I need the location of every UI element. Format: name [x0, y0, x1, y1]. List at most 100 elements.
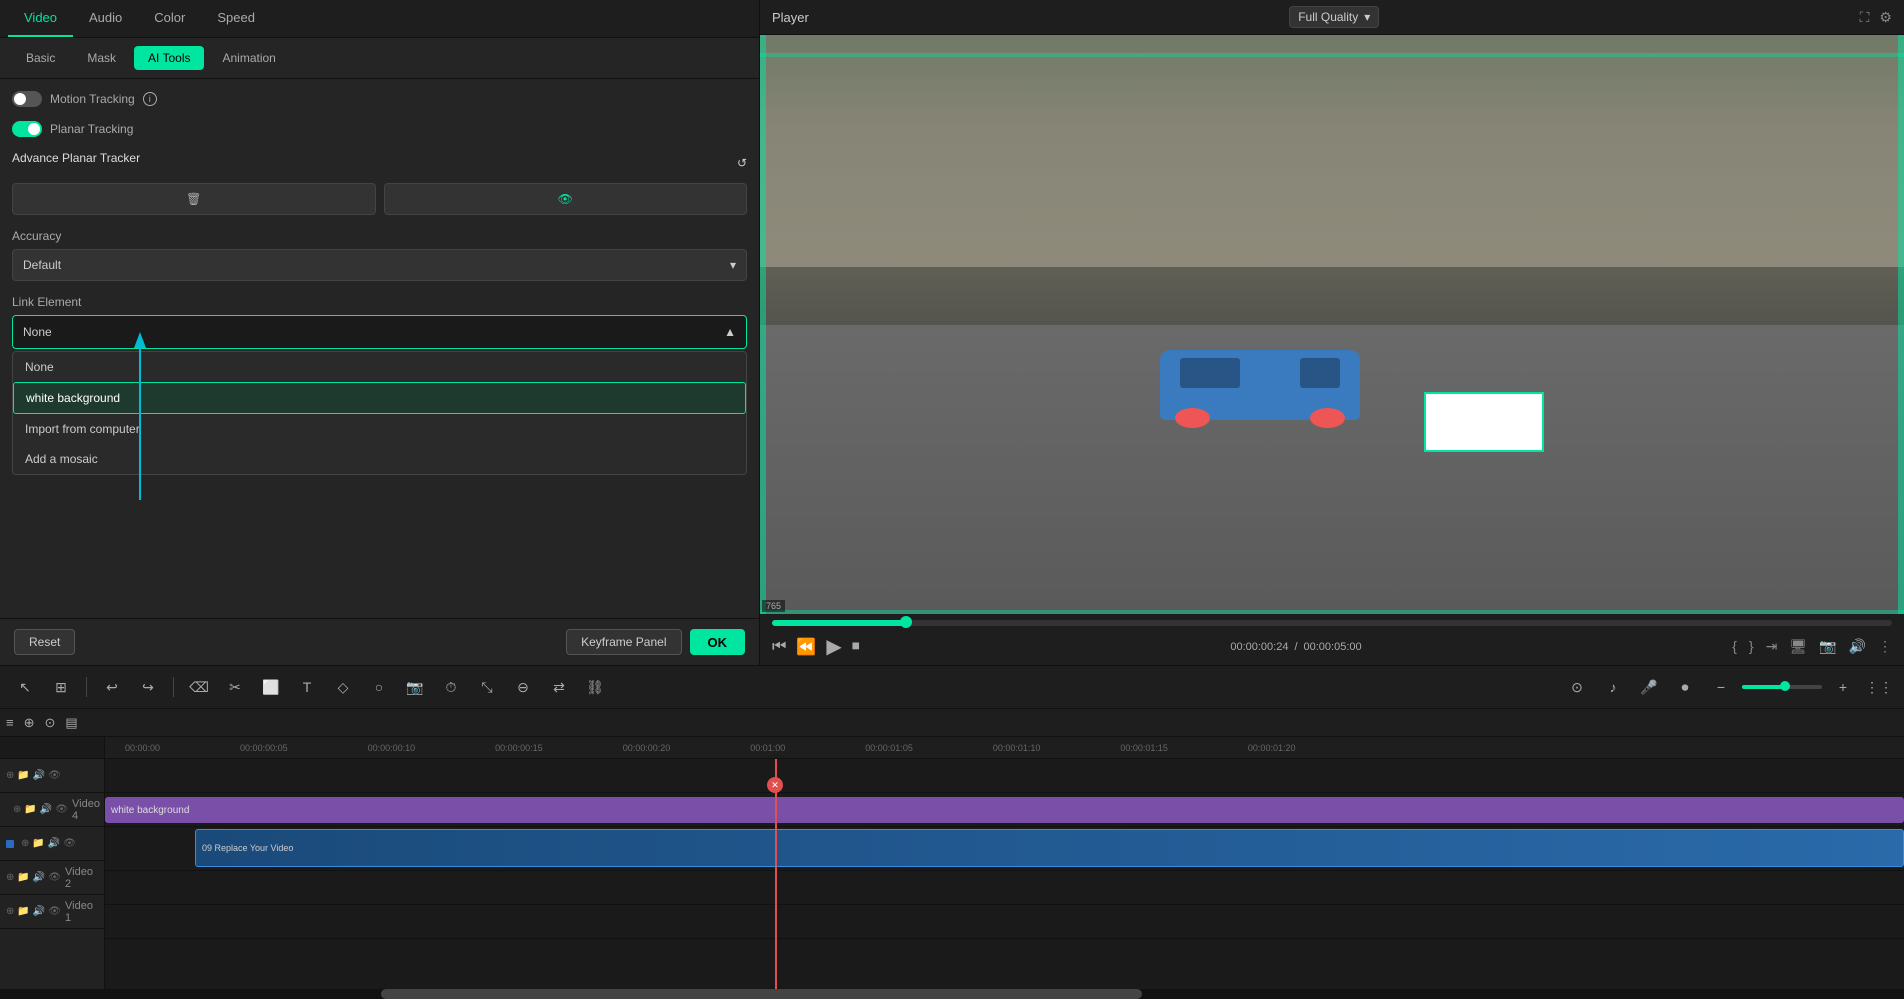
bracket-left-icon[interactable]: { — [1732, 638, 1737, 655]
audio-tool[interactable]: ♪ — [1598, 672, 1628, 702]
top-tab-bar: Video Audio Color Speed — [0, 0, 759, 38]
track-label-video1: ⊕ 📁 🔊 👁 Video 1 — [0, 895, 104, 929]
track1-eye-icon[interactable]: 👁 — [48, 906, 61, 917]
more-options-btn[interactable]: ⋮⋮ — [1864, 672, 1894, 702]
fullscreen-icon[interactable]: ⛶ — [1860, 9, 1870, 26]
track-label-video2: ⊕ 📁 🔊 👁 Video 2 — [0, 861, 104, 895]
timeline-scrollbar[interactable] — [0, 989, 1904, 999]
tab-basic[interactable]: Basic — [12, 46, 69, 70]
timeline-menu-icon[interactable]: ≡ — [6, 715, 14, 730]
link-option-white-bg[interactable]: white background — [13, 382, 746, 414]
motion-tracking-info-icon[interactable]: i — [143, 92, 157, 106]
delete-tracker-button[interactable]: 🗑 — [12, 183, 376, 215]
redo-button[interactable]: ↪ — [133, 672, 163, 702]
tab-speed[interactable]: Speed — [201, 0, 271, 37]
link-element-label: Link Element — [12, 295, 747, 309]
undo-button[interactable]: ↩ — [97, 672, 127, 702]
timeline-settings-icon[interactable]: ⊙ — [45, 715, 56, 731]
link-option-none[interactable]: None — [13, 352, 746, 382]
more-icon[interactable]: ⋮ — [1878, 638, 1892, 655]
monitor-icon[interactable]: 🖥 — [1789, 638, 1807, 655]
refresh-icon[interactable]: ↺ — [737, 156, 747, 170]
motion-tracking-toggle[interactable] — [12, 91, 42, 107]
main-toolbar: ↖ ⊞ ↩ ↪ ⌫ ✂ ⬜ T ◇ ○ 📷 ⏱ ⤡ ⊖ ⇄ ⛓ ⊙ ♪ 🎤 ⏺ … — [0, 665, 1904, 709]
stop-button[interactable]: ⏹ — [852, 638, 860, 656]
link-option-import[interactable]: Import from computer — [13, 414, 746, 444]
track-icons-top: ⊕ 📁 🔊 👁 — [6, 770, 61, 781]
tab-audio[interactable]: Audio — [73, 0, 138, 37]
track-row-video3: 09 Replace Your Video — [105, 827, 1904, 871]
ok-button[interactable]: OK — [690, 629, 746, 655]
link-option-mosaic[interactable]: Add a mosaic — [13, 444, 746, 474]
trim-icon[interactable]: ⇥ — [1766, 638, 1778, 655]
swap-tool[interactable]: ⇄ — [544, 672, 574, 702]
zoom-minus-btn[interactable]: − — [1706, 672, 1736, 702]
bracket-right-icon[interactable]: } — [1749, 638, 1754, 655]
track2-icons: ⊕ 📁 🔊 👁 — [6, 872, 61, 883]
track2-add-icon[interactable]: ⊕ — [6, 872, 14, 883]
tab-video[interactable]: Video — [8, 0, 73, 37]
track3-add-icon[interactable]: ⊕ — [21, 838, 29, 849]
timeline-add-icon[interactable]: ⊕ — [24, 715, 35, 731]
zoom-slider[interactable] — [1742, 685, 1822, 689]
record-tool[interactable]: ⏺ — [1670, 672, 1700, 702]
media-tool[interactable]: 📷 — [400, 672, 430, 702]
timeline-scroll-thumb[interactable] — [381, 989, 1143, 999]
playhead[interactable]: ✕ — [775, 759, 777, 989]
planar-tracking-toggle[interactable] — [12, 121, 42, 137]
track3-folder-icon[interactable]: 📁 — [32, 838, 44, 849]
video-clip[interactable]: 09 Replace Your Video — [195, 829, 1904, 867]
tab-color[interactable]: Color — [138, 0, 201, 37]
camera-icon[interactable]: 📷 — [1819, 638, 1836, 655]
white-bg-clip[interactable]: white background — [105, 797, 1904, 823]
track1-add-icon[interactable]: ⊕ — [6, 906, 14, 917]
frame-back-button[interactable]: ⏪ — [796, 637, 816, 657]
track1-audio-icon[interactable]: 🔊 — [33, 906, 45, 917]
split-tool[interactable]: ✂ — [220, 672, 250, 702]
text-tool[interactable]: T — [292, 672, 322, 702]
add-track-icon[interactable]: ⊕ — [6, 770, 14, 781]
crop-tool[interactable]: ⬜ — [256, 672, 286, 702]
circle-tool[interactable]: ○ — [364, 672, 394, 702]
accuracy-select[interactable]: Default ▾ — [12, 249, 747, 281]
tab-ai-tools[interactable]: AI Tools — [134, 46, 204, 70]
progress-thumb[interactable] — [900, 616, 912, 628]
minus-tool[interactable]: ⊖ — [508, 672, 538, 702]
keyframe-panel-button[interactable]: Keyframe Panel — [566, 629, 681, 655]
snap-tool[interactable]: ⊙ — [1562, 672, 1592, 702]
shape-tool[interactable]: ◇ — [328, 672, 358, 702]
link-element-trigger[interactable]: None ▲ — [12, 315, 747, 349]
timer-tool[interactable]: ⏱ — [436, 672, 466, 702]
quality-select[interactable]: Full Quality ▾ — [1289, 6, 1379, 28]
track2-audio-icon[interactable]: 🔊 — [33, 872, 45, 883]
settings-icon[interactable]: ⚙ — [1879, 9, 1892, 26]
warp-tool[interactable]: ⤡ — [472, 672, 502, 702]
reset-button[interactable]: Reset — [14, 629, 75, 655]
track2-eye-icon[interactable]: 👁 — [48, 872, 61, 883]
track3-audio-icon[interactable]: 🔊 — [48, 838, 60, 849]
tab-animation[interactable]: Animation — [208, 46, 289, 70]
audio-track-icon[interactable]: 🔊 — [33, 770, 45, 781]
eye-track-icon[interactable]: 👁 — [48, 770, 61, 781]
track4-folder-icon[interactable]: 📁 — [24, 804, 36, 815]
play-button[interactable]: ▶ — [826, 634, 841, 659]
track2-folder-icon[interactable]: 📁 — [17, 872, 29, 883]
multiselect-tool[interactable]: ⊞ — [46, 672, 76, 702]
timeline-grid-icon[interactable]: ▤ — [65, 715, 77, 731]
tab-mask[interactable]: Mask — [73, 46, 130, 70]
progress-bar[interactable] — [772, 620, 1892, 626]
eye-tracker-button[interactable]: 👁 — [384, 183, 748, 215]
volume-icon[interactable]: 🔊 — [1849, 638, 1866, 655]
track4-add-icon[interactable]: ⊕ — [13, 804, 21, 815]
delete-tool[interactable]: ⌫ — [184, 672, 214, 702]
folder-icon[interactable]: 📁 — [17, 770, 29, 781]
step-back-button[interactable]: ⏮ — [772, 638, 786, 656]
select-tool[interactable]: ↖ — [10, 672, 40, 702]
track4-audio-icon[interactable]: 🔊 — [40, 804, 52, 815]
link-tool[interactable]: ⛓ — [580, 672, 610, 702]
zoom-plus-btn[interactable]: + — [1828, 672, 1858, 702]
track4-eye-icon[interactable]: 👁 — [55, 804, 68, 815]
track1-folder-icon[interactable]: 📁 — [17, 906, 29, 917]
track3-eye-icon[interactable]: 👁 — [63, 838, 76, 849]
mic-tool[interactable]: 🎤 — [1634, 672, 1664, 702]
